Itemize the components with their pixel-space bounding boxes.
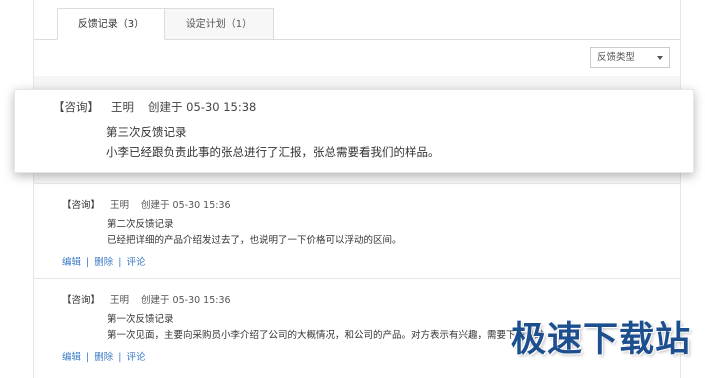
- highlighted-feedback-record[interactable]: 【咨询】 王明 创建于 05-30 15:38 第三次反馈记录 小李已经跟负责此事的…: [14, 89, 694, 173]
- record-title: 第一次反馈记录: [107, 314, 174, 325]
- comment-link[interactable]: 评论: [126, 257, 145, 268]
- record-title: 第二次反馈记录: [107, 219, 174, 230]
- tab-feedback-records[interactable]: 反馈记录（3）: [57, 8, 165, 40]
- record-actions: 编辑 | 删除 | 评论: [62, 254, 145, 268]
- record-created-time: 创建于 05-30 15:38: [148, 100, 257, 114]
- action-separator: |: [86, 352, 90, 363]
- divider: [34, 183, 680, 184]
- record-author: 王明: [111, 100, 134, 114]
- record-meta: 【咨询】 王明 创建于 05-30 15:36: [62, 197, 231, 211]
- record-content: 小李已经跟负责此事的张总进行了汇报，张总需要看我们的样品。: [106, 145, 440, 159]
- record-meta: 【咨询】 王明 创建于 05-30 15:38: [53, 99, 256, 115]
- record-content: 已经把详细的产品介绍发过去了，也说明了一下价格可以浮动的区间。: [107, 235, 402, 246]
- record-type: 【咨询】: [62, 295, 101, 306]
- action-separator: |: [118, 257, 122, 268]
- record-created-time: 创建于 05-30 15:36: [141, 200, 231, 211]
- record-author: 王明: [110, 200, 130, 211]
- comment-link[interactable]: 评论: [126, 352, 145, 363]
- record-meta: 【咨询】 王明 创建于 05-30 15:36: [62, 292, 231, 306]
- delete-link[interactable]: 删除: [94, 352, 113, 363]
- action-separator: |: [86, 257, 90, 268]
- record-created-time: 创建于 05-30 15:36: [141, 295, 231, 306]
- tab-bar: 反馈记录（3） 设定计划（1）: [57, 8, 274, 40]
- chevron-down-icon: [657, 56, 663, 60]
- record-content: 第一次见面，主要向采购员小李介绍了公司的大概情况，和公司的产品。对方表示有兴趣，…: [107, 330, 545, 341]
- edit-link[interactable]: 编辑: [62, 352, 81, 363]
- feedback-type-select-value: 反馈类型: [597, 52, 636, 63]
- tab-set-plan[interactable]: 设定计划（1）: [164, 8, 274, 40]
- edit-link[interactable]: 编辑: [62, 257, 81, 268]
- record-title: 第三次反馈记录: [106, 125, 187, 139]
- record-type: 【咨询】: [53, 100, 99, 114]
- record-actions: 编辑 | 删除 | 评论: [62, 349, 145, 363]
- record-type: 【咨询】: [62, 200, 101, 211]
- feedback-type-select[interactable]: 反馈类型: [590, 47, 670, 68]
- site-watermark-logo: 极速下载站: [510, 320, 691, 360]
- action-separator: |: [118, 352, 122, 363]
- record-author: 王明: [110, 295, 130, 306]
- delete-link[interactable]: 删除: [94, 257, 113, 268]
- divider: [34, 278, 680, 279]
